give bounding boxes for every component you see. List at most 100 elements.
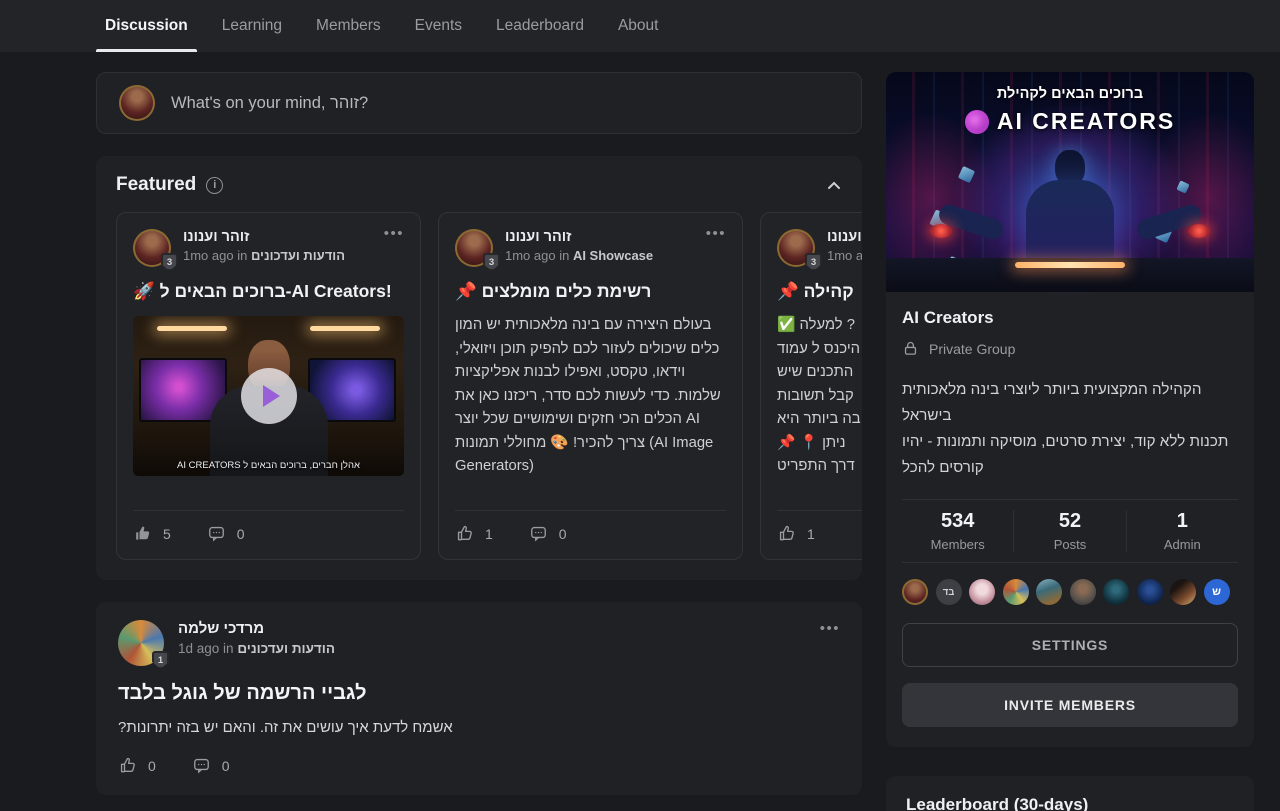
post-title[interactable]: לגביי הרשמה של גוגל בלבד (118, 682, 840, 705)
category-link[interactable]: AI Showcase (573, 248, 653, 263)
video-thumbnail[interactable]: אהלן חברים, ברוכים הבאים ל AI CREATORS (133, 316, 404, 476)
author-avatar[interactable]: 1 (118, 620, 164, 666)
featured-title: Featured (116, 174, 196, 196)
thumbs-up-icon (133, 524, 152, 543)
author-name[interactable]: זוהר וענונו (827, 229, 862, 245)
member-avatar[interactable] (1137, 579, 1163, 605)
studio-light (157, 326, 227, 331)
featured-cards-row: 3 זוהר וענונו 1mo ago in הודעות ועדכונים… (116, 212, 862, 560)
tab-learning[interactable]: Learning (213, 0, 291, 52)
level-badge: 1 (152, 651, 169, 669)
post-meta: 1mo ago in AI Showcase (505, 248, 653, 263)
member-avatar[interactable] (969, 579, 995, 605)
info-icon[interactable]: i (206, 177, 223, 194)
member-avatar[interactable] (1170, 579, 1196, 605)
post-card[interactable]: 1 מרדכי שלמה 1d ago in הודעות ועדכונים •… (96, 602, 862, 795)
banner-brand-text: AI CREATORS (997, 108, 1175, 135)
featured-card-community[interactable]: 3 זוהר וענונו 1mo ago in 📌 קהילה ✅ למעלה… (760, 212, 862, 560)
comment-button[interactable]: 0 (192, 756, 230, 775)
author-avatar[interactable]: 3 (777, 229, 815, 267)
stat-members[interactable]: 534 Members (902, 510, 1013, 552)
ellipsis-menu-icon[interactable]: ••• (820, 624, 840, 666)
group-name: AI Creators (902, 308, 1238, 328)
category-link[interactable]: הודעות ועדכונים (251, 248, 345, 263)
settings-button[interactable]: SETTINGS (902, 623, 1238, 667)
thumbs-up-icon (777, 524, 796, 543)
like-button[interactable]: 1 (777, 524, 815, 543)
post-title[interactable]: 📌 רשימת כלים מומלצים (455, 281, 726, 302)
member-avatar[interactable] (1070, 579, 1096, 605)
current-user-avatar[interactable] (119, 85, 155, 121)
member-avatar-initials[interactable]: ש (1204, 579, 1230, 605)
category-link[interactable]: הודעות ועדכונים (237, 641, 335, 656)
comment-icon (207, 524, 226, 543)
chevron-up-icon (826, 179, 842, 191)
thumbs-up-icon (455, 524, 474, 543)
like-button[interactable]: 0 (118, 756, 156, 775)
level-badge: 3 (161, 253, 178, 271)
author-avatar[interactable]: 3 (455, 229, 493, 267)
like-count: 1 (807, 526, 815, 542)
featured-card-welcome[interactable]: 3 זוהר וענונו 1mo ago in הודעות ועדכונים… (116, 212, 421, 560)
comment-icon (192, 756, 211, 775)
level-badge: 3 (805, 253, 822, 271)
level-badge: 3 (483, 253, 500, 271)
stat-admins[interactable]: 1 Admin (1126, 510, 1238, 552)
group-banner-image: ברוכים הבאים לקהילת AI CREATORS (886, 72, 1254, 292)
top-nav: Discussion Learning Members Events Leade… (0, 0, 1280, 52)
like-count: 5 (163, 526, 171, 542)
member-avatar[interactable] (902, 579, 928, 605)
member-avatar[interactable] (1103, 579, 1129, 605)
tab-about[interactable]: About (609, 0, 668, 52)
tab-events[interactable]: Events (406, 0, 471, 52)
invite-members-button[interactable]: INVITE MEMBERS (902, 683, 1238, 727)
post-body: ✅ למעלה ? היכנס ל עמוד התכנים שיש קבל תש… (777, 314, 862, 479)
post-meta: 1mo ago in הודעות ועדכונים (183, 248, 345, 263)
play-icon[interactable] (241, 368, 297, 424)
post-title[interactable]: 🚀 ברוכים הבאים ל-AI Creators! (133, 281, 404, 302)
group-description: הקהילה המקצועית ביותר ליוצרי בינה מלאכות… (902, 377, 1238, 481)
comment-count: 0 (237, 526, 245, 542)
lock-icon (902, 340, 919, 357)
banner-welcome-text: ברוכים הבאים לקהילת (886, 86, 1254, 102)
post-title[interactable]: 📌 קהילה (777, 281, 862, 302)
ellipsis-menu-icon[interactable]: ••• (706, 229, 726, 267)
like-button[interactable]: 1 (455, 524, 493, 543)
leaderboard-title: Leaderboard (30-days) (906, 795, 1234, 811)
group-privacy: Private Group (929, 341, 1015, 357)
stat-posts[interactable]: 52 Posts (1013, 510, 1125, 552)
author-name[interactable]: זוהר וענונו (505, 229, 653, 245)
tab-discussion[interactable]: Discussion (96, 0, 197, 52)
like-button[interactable]: 5 (133, 524, 171, 543)
comment-count: 0 (222, 758, 230, 774)
brain-icon (965, 110, 989, 134)
comment-icon (529, 524, 548, 543)
tab-members[interactable]: Members (307, 0, 390, 52)
like-count: 0 (148, 758, 156, 774)
member-avatars-row: בד ש (902, 579, 1238, 605)
post-body: אשמח לדעת איך עושים את זה. והאם יש בזה י… (118, 719, 840, 736)
group-stats: 534 Members 52 Posts 1 Admin (902, 499, 1238, 563)
author-avatar[interactable]: 3 (133, 229, 171, 267)
featured-card-tools[interactable]: 3 זוהר וענונו 1mo ago in AI Showcase •••… (438, 212, 743, 560)
thumbs-up-icon (118, 756, 137, 775)
member-avatar-initials[interactable]: בד (936, 579, 962, 605)
post-body: בעולם היצירה עם בינה מלאכותית יש המון כל… (455, 314, 726, 479)
post-meta: 1mo ago in (827, 248, 862, 263)
studio-light (310, 326, 380, 331)
ellipsis-menu-icon[interactable]: ••• (384, 229, 404, 267)
comment-count: 0 (559, 526, 567, 542)
author-name[interactable]: מרדכי שלמה (178, 620, 335, 637)
collapse-featured-button[interactable] (826, 179, 842, 191)
post-composer[interactable]: What's on your mind, זוהר? (96, 72, 862, 134)
leaderboard-card: Leaderboard (30-days) (886, 776, 1254, 811)
author-name[interactable]: זוהר וענונו (183, 229, 345, 245)
comment-button[interactable]: 0 (529, 524, 567, 543)
comment-button[interactable]: 0 (207, 524, 245, 543)
group-info-card: ברוכים הבאים לקהילת AI CREATORS AI Creat… (886, 72, 1254, 747)
member-avatar[interactable] (1003, 579, 1029, 605)
app-window: Discussion Learning Members Events Leade… (0, 0, 1280, 811)
member-avatar[interactable] (1036, 579, 1062, 605)
featured-section: Featured i 3 זוהר וענונ (96, 156, 862, 580)
tab-leaderboard[interactable]: Leaderboard (487, 0, 593, 52)
